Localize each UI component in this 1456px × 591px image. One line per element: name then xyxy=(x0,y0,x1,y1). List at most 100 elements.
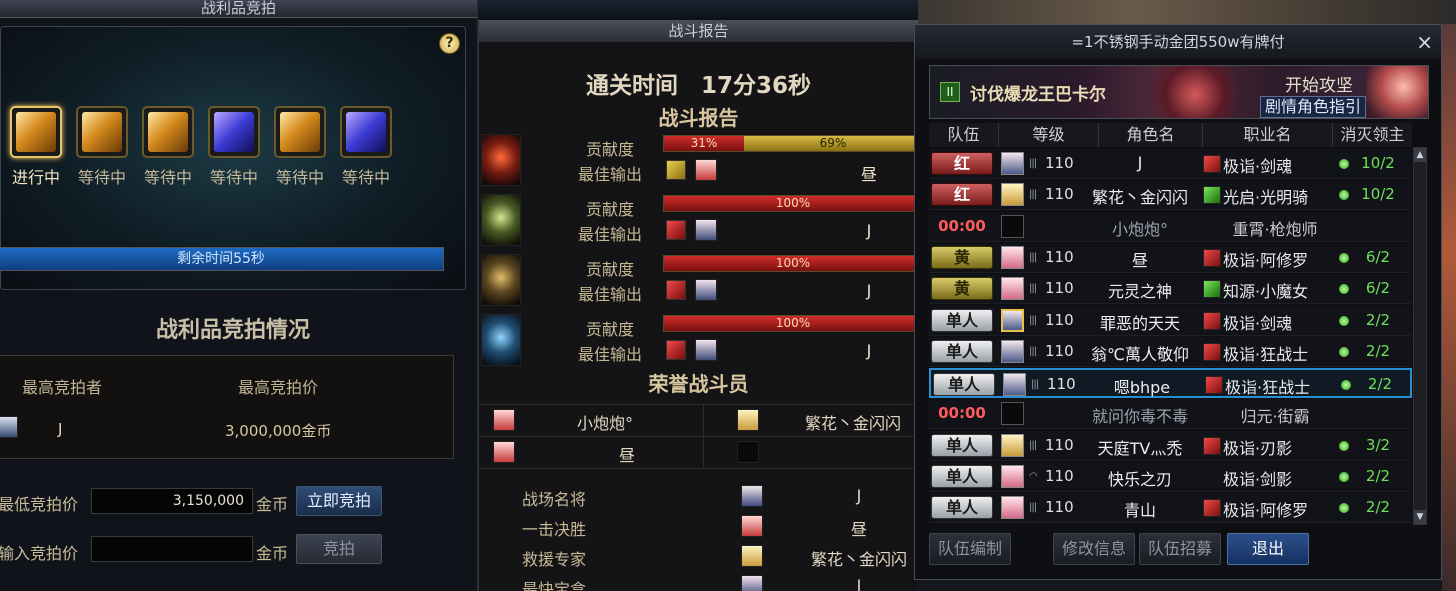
modify-info-button[interactable]: 修改信息 xyxy=(1053,533,1135,565)
boss-clears: 2/2 xyxy=(1365,467,1391,485)
contribution-label: 贡献度 xyxy=(585,140,634,159)
honor-name-1: 小炮炮° xyxy=(577,414,634,433)
player-name: 元灵之神 xyxy=(1107,282,1172,302)
highest-price-header: 最高竞拍价 xyxy=(238,378,319,397)
team-badge: 单人 xyxy=(933,373,995,397)
signal-icon: ||| xyxy=(1029,251,1037,263)
award-avatar xyxy=(741,485,763,507)
loot-slot-3[interactable] xyxy=(142,106,194,158)
input-bid-unit: 金币 xyxy=(256,544,289,563)
highest-bidder-header: 最高竞拍者 xyxy=(22,378,103,397)
pause-icon[interactable]: II xyxy=(940,82,960,102)
boss-portrait xyxy=(1150,66,1240,118)
contribution-label: 贡献度 xyxy=(585,260,634,279)
bid-button[interactable]: 竞拍 xyxy=(296,534,382,564)
player-level: 110 xyxy=(1045,498,1074,517)
award-name: J xyxy=(856,486,862,505)
story-guide-button[interactable]: 剧情角色指引 xyxy=(1260,96,1367,118)
team-recruit-button[interactable]: 队伍招募 xyxy=(1139,533,1221,565)
boss-clears: 2/2 xyxy=(1365,341,1391,360)
party-row[interactable]: 单人 ||| 110 嗯bhpe 极诣·狂战士 2/2 xyxy=(929,368,1412,399)
boss-clears: 10/2 xyxy=(1361,185,1395,204)
player-name: 昼 xyxy=(1131,250,1148,270)
exit-button[interactable]: 退出 xyxy=(1227,533,1309,565)
header-clears: 消灭领主 xyxy=(1340,125,1405,144)
team-edit-button[interactable]: 队伍编制 xyxy=(929,533,1011,565)
best-output-label: 最佳输出 xyxy=(577,165,642,184)
player-avatar xyxy=(1001,152,1024,175)
best-output-name: J xyxy=(866,281,872,300)
player-avatar xyxy=(1001,245,1024,269)
online-status-icon xyxy=(1339,346,1349,357)
gold-chest-icon xyxy=(148,112,188,152)
player-level: 110 xyxy=(1045,341,1074,360)
player-level: 110 xyxy=(1045,310,1074,329)
boss-clears: 6/2 xyxy=(1365,279,1391,298)
bid-input[interactable] xyxy=(91,536,253,562)
help-icon[interactable]: ? xyxy=(439,33,460,54)
bid-now-button[interactable]: 立即竞拍 xyxy=(296,486,382,516)
min-bid-unit: 金币 xyxy=(256,495,289,514)
party-row[interactable]: 单人 ||| 110 天庭TV灬禿 极诣·刃影 3/2 xyxy=(929,430,1412,461)
party-row[interactable]: 红 ||| 110 J 极诣·剑魂 10/2 xyxy=(929,149,1412,179)
party-row[interactable]: 00:00 小炮炮° 重霄·枪炮师 xyxy=(929,211,1412,242)
party-row[interactable]: 黄 ||| 110 元灵之神 知源·小魔女 6/2 xyxy=(929,274,1412,305)
honor-name-2: 繁花丶金闪闪 xyxy=(805,414,902,433)
contribution-label: 贡献度 xyxy=(585,200,634,219)
loot-slot-4[interactable] xyxy=(208,106,260,158)
loot-slot-status: 进行中 xyxy=(11,168,60,187)
close-icon[interactable]: × xyxy=(1416,32,1433,52)
job-icon xyxy=(1203,155,1221,173)
team-badge: 00:00 xyxy=(938,404,986,423)
loot-slot-1[interactable] xyxy=(10,106,62,158)
best-output-label: 最佳输出 xyxy=(577,225,642,244)
loot-slot-5[interactable] xyxy=(274,106,326,158)
online-status-icon xyxy=(1339,159,1349,169)
battle-report-section: 战斗报告 xyxy=(658,106,739,130)
award-label: 最快宝盒 xyxy=(521,580,586,591)
header-team: 队伍 xyxy=(929,123,999,147)
job-icon xyxy=(1203,248,1221,267)
party-row[interactable]: 单人 ||| 110 罪恶的天天 极诣·剑魂 2/2 xyxy=(929,305,1412,336)
job-name: 知源·小魔女 xyxy=(1223,282,1309,302)
party-row[interactable]: 单人 ||| 110 青山 极诣·阿修罗 2/2 xyxy=(929,493,1412,524)
player-name: 罪恶的天天 xyxy=(1099,313,1180,333)
online-status-icon xyxy=(1341,380,1351,391)
best-output-label: 最佳输出 xyxy=(577,345,642,364)
party-scrollbar[interactable]: ▲ ▼ xyxy=(1413,147,1427,525)
party-list-panel: =1不锈钢手动金团550w有牌付 × II 讨伐爆龙王巴卡尔 开始攻坚 剧情角色… xyxy=(914,24,1442,580)
signal-icon: ||| xyxy=(1029,439,1037,451)
player-level: 110 xyxy=(1045,467,1074,485)
loot-slot-2[interactable] xyxy=(76,106,128,158)
honor-avatar-3 xyxy=(493,441,515,463)
signal-icon: ||| xyxy=(1029,314,1037,326)
job-name: 极诣·狂战士 xyxy=(1223,344,1309,364)
boss-clears: 2/2 xyxy=(1365,310,1391,329)
contribution-bar: 100% xyxy=(663,315,918,332)
party-row[interactable]: 00:00 就问你毒不毒 归元·街霸 xyxy=(929,399,1412,430)
min-bid-value: 3,150,000 xyxy=(91,488,253,514)
best-output-avatar xyxy=(695,159,717,181)
player-level: 110 xyxy=(1045,154,1074,172)
loot-auction-panel: 战利品竞拍 ? 进行中 等待中 等待中 等待中 等待中 等待中 剩余时间55秒 战利品竞拍… xyxy=(0,0,478,591)
loot-slot-6[interactable] xyxy=(340,106,392,158)
best-output-avatar xyxy=(695,339,717,361)
player-name: 翁℃萬人敬仰 xyxy=(1091,344,1189,364)
player-name: 就问你毒不毒 xyxy=(1091,407,1188,427)
scroll-down-icon[interactable]: ▼ xyxy=(1414,510,1426,524)
scroll-up-icon[interactable]: ▲ xyxy=(1414,148,1426,162)
job-icon xyxy=(1203,499,1221,518)
team-badge: 单人 xyxy=(931,433,993,457)
loot-slot-status: 等待中 xyxy=(341,168,390,187)
job-icon xyxy=(666,340,686,360)
team-badge: 红 xyxy=(931,152,993,175)
job-name: 光启·光明骑 xyxy=(1223,188,1309,208)
online-status-icon xyxy=(1339,284,1349,295)
party-row[interactable]: 单人 ◠ 110 快乐之刃 极诣·剑影 2/2 xyxy=(929,462,1412,492)
party-row[interactable]: 单人 ||| 110 翁℃萬人敬仰 极诣·狂战士 2/2 xyxy=(929,336,1412,367)
contribution-bar: 100% xyxy=(663,255,918,272)
battle-report-title: 战斗报告 xyxy=(479,20,918,42)
party-row[interactable]: 黄 ||| 110 昼 极诣·阿修罗 6/2 xyxy=(929,242,1412,273)
player-avatar xyxy=(1001,402,1024,426)
party-row[interactable]: 红 ||| 110 繁花丶金闪闪 光启·光明骑 10/2 xyxy=(929,180,1412,211)
